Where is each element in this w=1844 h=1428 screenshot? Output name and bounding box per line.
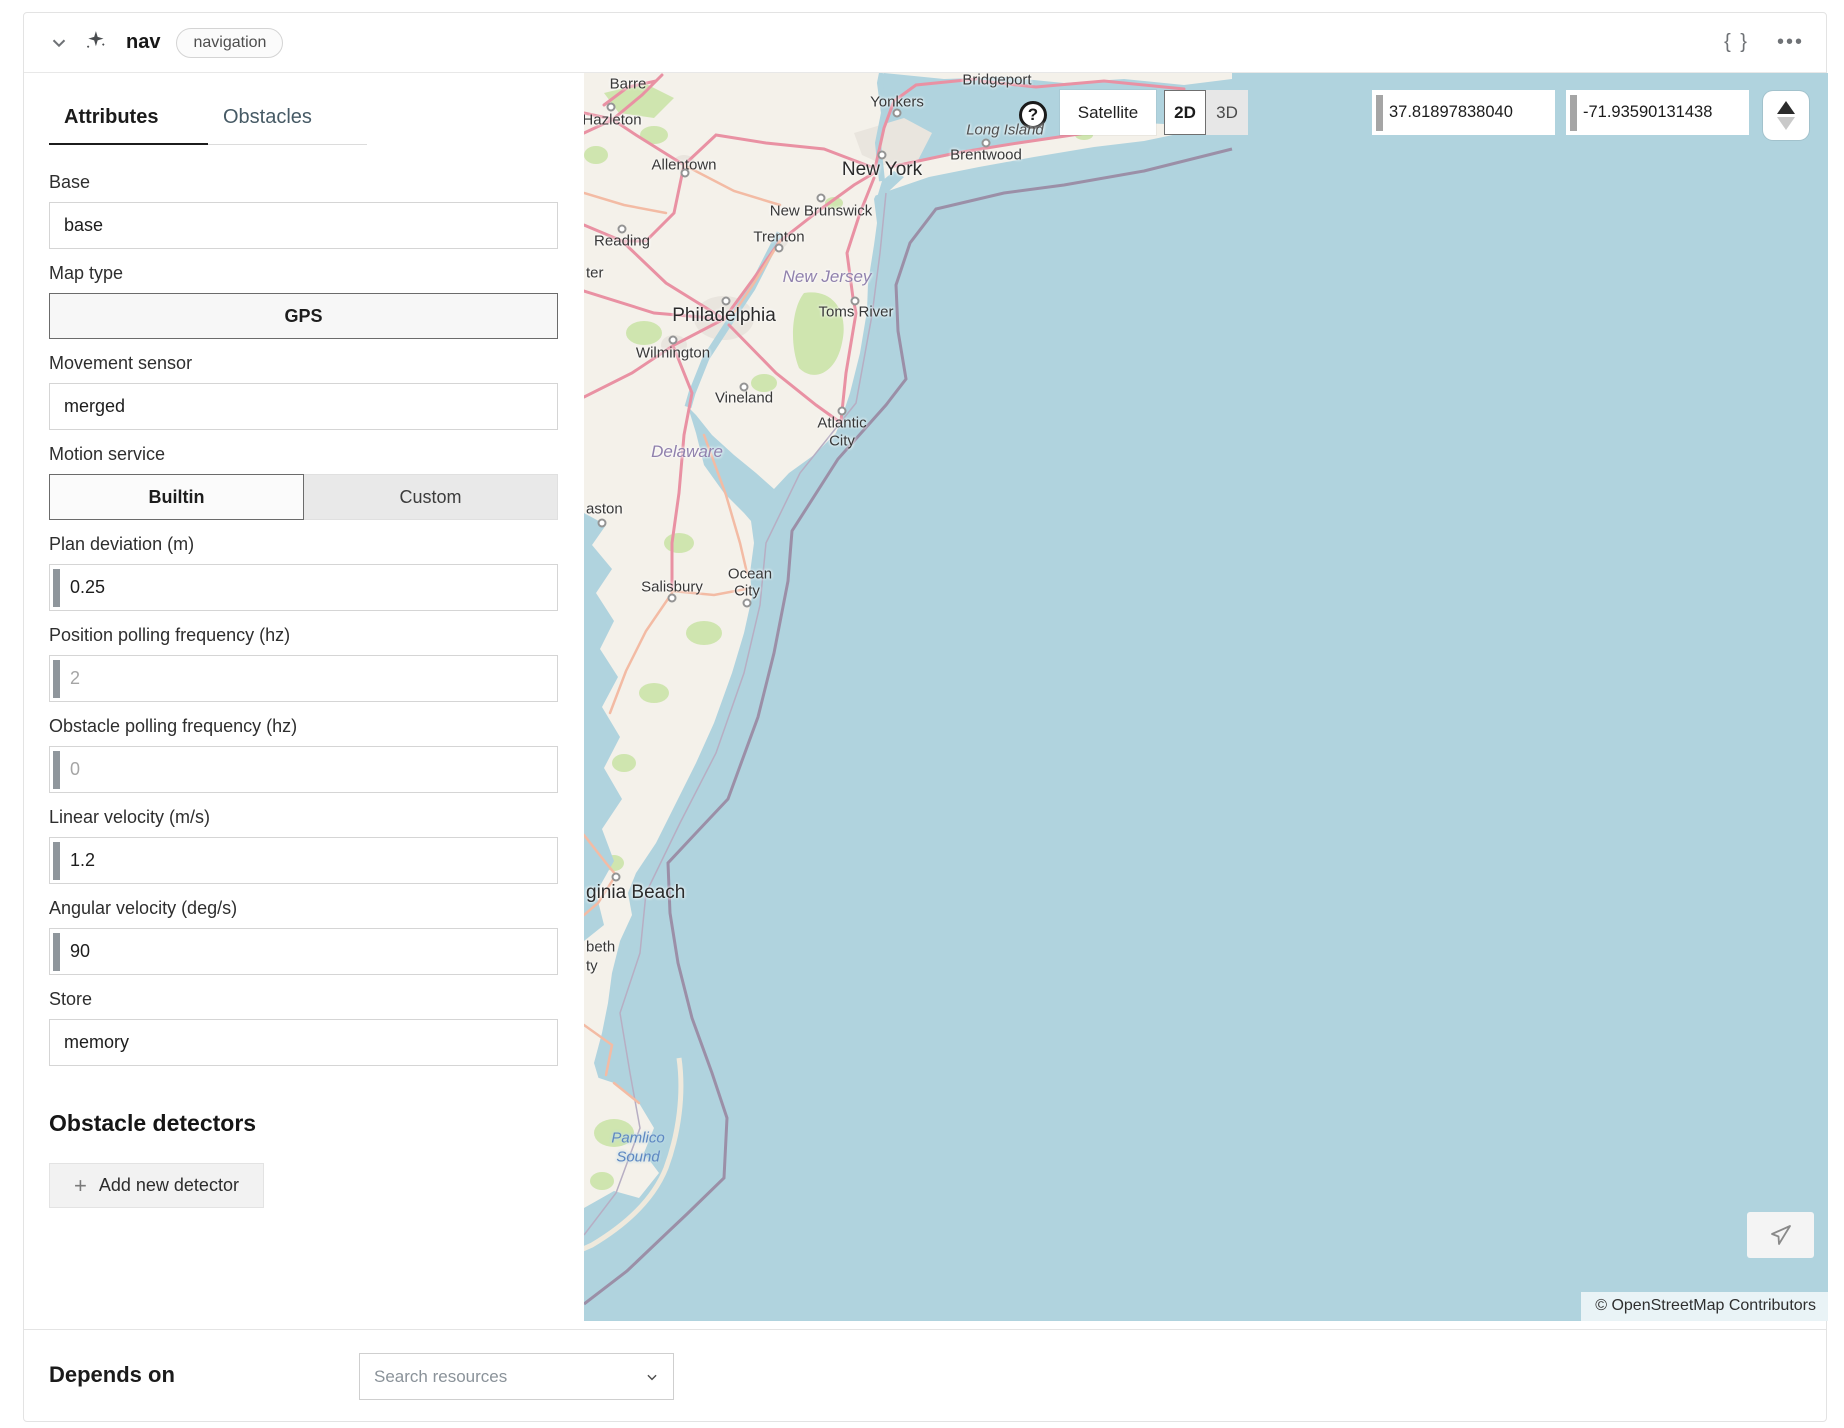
json-mode-icon[interactable]: { } — [1724, 31, 1749, 54]
city-dot — [612, 873, 621, 882]
base-label: Base — [49, 172, 558, 193]
number-drag-handle[interactable] — [53, 842, 60, 880]
service-title: nav — [126, 31, 160, 54]
motion-service-segment: Builtin Custom — [49, 474, 558, 520]
overflow-menu-icon[interactable]: ••• — [1777, 31, 1804, 54]
base-input[interactable] — [49, 202, 558, 249]
latitude-input[interactable] — [1383, 103, 1555, 122]
view-2d-button[interactable]: 2D — [1164, 90, 1206, 135]
help-icon[interactable]: ? — [1019, 101, 1047, 129]
obstacle-polling-label: Obstacle polling frequency (hz) — [49, 716, 558, 737]
map-type-gps-button[interactable]: GPS — [49, 293, 558, 339]
map-canvas — [584, 73, 1828, 1321]
view-dimension-toggle: 2D 3D — [1164, 90, 1248, 135]
latitude-field — [1372, 90, 1555, 135]
city-dot — [668, 594, 677, 603]
tab-obstacles[interactable]: Obstacles — [208, 94, 367, 145]
number-drag-handle[interactable] — [53, 660, 60, 698]
city-dot — [607, 103, 616, 112]
city-dot — [817, 194, 826, 203]
panel-tabs: Attributes Obstacles — [49, 94, 558, 145]
city-dot — [893, 109, 902, 118]
city-dot — [722, 297, 731, 306]
depends-on-placeholder: Search resources — [374, 1367, 645, 1387]
movement-sensor-input[interactable] — [49, 383, 558, 430]
recenter-button[interactable] — [1747, 1212, 1814, 1258]
longitude-input[interactable] — [1577, 103, 1749, 122]
city-dot — [669, 336, 678, 345]
plan-deviation-input[interactable] — [60, 565, 557, 610]
map-type-label: Map type — [49, 263, 558, 284]
city-dot — [838, 407, 847, 416]
zoom-out-arrow-icon[interactable] — [1777, 117, 1795, 130]
depends-on-section: Depends on Search resources — [24, 1329, 1826, 1422]
longitude-field — [1566, 90, 1749, 135]
city-dot — [598, 519, 607, 528]
number-drag-handle[interactable] — [1570, 95, 1577, 131]
store-label: Store — [49, 989, 558, 1010]
depends-on-heading: Depends on — [49, 1362, 175, 1388]
city-dot — [743, 599, 752, 608]
obstacle-polling-input[interactable] — [60, 747, 557, 792]
city-dot — [878, 151, 887, 160]
depends-on-select[interactable]: Search resources — [359, 1353, 674, 1400]
obstacle-detectors-heading: Obstacle detectors — [49, 1110, 558, 1137]
chevron-down-icon — [645, 1370, 659, 1384]
linear-velocity-label: Linear velocity (m/s) — [49, 807, 558, 828]
store-input[interactable] — [49, 1019, 558, 1066]
linear-velocity-field — [49, 837, 558, 884]
zoom-in-arrow-icon[interactable] — [1777, 101, 1795, 114]
city-dot — [982, 139, 991, 148]
tab-attributes[interactable]: Attributes — [49, 94, 208, 145]
satellite-toggle-button[interactable]: Satellite — [1060, 90, 1156, 135]
add-detector-label: Add new detector — [99, 1175, 239, 1196]
motion-service-custom-option[interactable]: Custom — [304, 474, 558, 520]
angular-velocity-field — [49, 928, 558, 975]
position-polling-label: Position polling frequency (hz) — [49, 625, 558, 646]
number-drag-handle[interactable] — [53, 751, 60, 789]
obstacle-polling-field — [49, 746, 558, 793]
service-type-badge: navigation — [176, 28, 283, 58]
view-3d-button[interactable]: 3D — [1206, 90, 1248, 135]
city-dot — [681, 169, 690, 178]
navigate-arrow-icon — [1769, 1223, 1793, 1247]
angular-velocity-label: Angular velocity (deg/s) — [49, 898, 558, 919]
position-polling-input[interactable] — [60, 656, 557, 701]
plan-deviation-field — [49, 564, 558, 611]
linear-velocity-input[interactable] — [60, 838, 557, 883]
number-drag-handle[interactable] — [53, 569, 60, 607]
add-detector-button[interactable]: + Add new detector — [49, 1163, 264, 1208]
map-attribution: © OpenStreetMap Contributors — [1581, 1292, 1828, 1321]
config-panel: Attributes Obstacles Base Map type GPS M… — [24, 73, 584, 1321]
plus-icon: + — [74, 1173, 87, 1199]
zoom-stepper[interactable] — [1763, 91, 1809, 140]
city-dot — [618, 225, 627, 234]
collapse-chevron-icon[interactable] — [48, 32, 70, 54]
city-dot — [775, 244, 784, 253]
position-polling-field — [49, 655, 558, 702]
motion-service-label: Motion service — [49, 444, 558, 465]
number-drag-handle[interactable] — [53, 933, 60, 971]
motion-service-builtin-option[interactable]: Builtin — [49, 474, 304, 520]
number-drag-handle[interactable] — [1376, 95, 1383, 131]
navigation-map[interactable]: ? Satellite 2D 3D © OpenStreetMap Contri… — [584, 73, 1828, 1321]
navigation-service-icon — [84, 30, 110, 56]
plan-deviation-label: Plan deviation (m) — [49, 534, 558, 555]
city-dot — [740, 383, 749, 392]
city-dot — [851, 297, 860, 306]
service-card: nav navigation { } ••• Attributes Obstac… — [23, 12, 1827, 1422]
angular-velocity-input[interactable] — [60, 929, 557, 974]
service-header: nav navigation { } ••• — [24, 13, 1826, 73]
movement-sensor-label: Movement sensor — [49, 353, 558, 374]
